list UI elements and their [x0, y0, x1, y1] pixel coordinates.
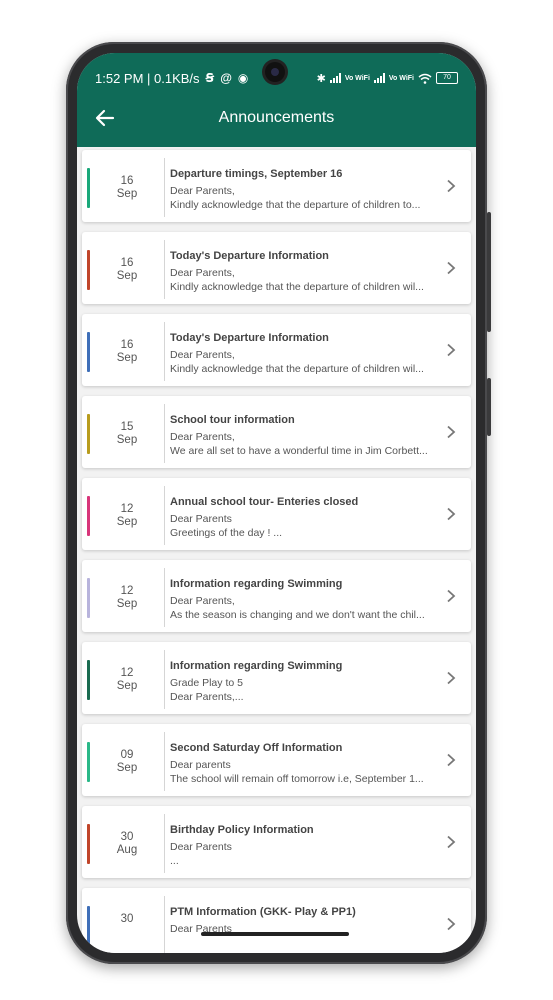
chevron-right-icon	[447, 671, 456, 685]
announcement-preview-line2: As the season is changing and we don't w…	[170, 609, 425, 621]
signal-icon-2	[373, 73, 385, 83]
announcement-title: Departure timings, September 16	[170, 168, 343, 180]
vowifi-label-2: Vo WiFi	[388, 74, 414, 82]
category-stripe	[87, 250, 90, 290]
announcement-list[interactable]: 16 Sep Departure timings, September 16 De…	[77, 147, 476, 953]
announcement-card[interactable]: 16 Sep Departure timings, September 16 De…	[82, 150, 471, 222]
announcement-date: 12 Sep	[116, 667, 138, 692]
announcement-date: 16 Sep	[116, 339, 138, 364]
announcement-preview-line2: Kindly acknowledge that the departure of…	[170, 199, 421, 211]
home-indicator[interactable]	[201, 932, 349, 936]
announcement-date: 30	[120, 913, 134, 925]
signal-icon	[329, 73, 341, 83]
page-title: Announcements	[218, 109, 335, 126]
divider	[164, 650, 165, 709]
announcement-date: 12 Sep	[116, 585, 138, 610]
announcement-preview-line2: Kindly acknowledge that the departure of…	[170, 363, 424, 375]
divider	[164, 814, 165, 873]
power-button	[487, 378, 491, 436]
announcement-title: Second Saturday Off Information	[170, 742, 343, 754]
announcement-title: School tour information	[170, 414, 295, 426]
circle-icon: ◉	[237, 71, 249, 85]
app-header: 1:52 PM | 0.1KB/s Ꞩ @ ◉ ✱ Vo WiFi Vo WiF…	[77, 53, 476, 147]
announcement-card[interactable]: 15 Sep School tour information Dear Paren…	[82, 396, 471, 468]
divider	[164, 322, 165, 381]
status-time: 1:52 PM | 0.1KB/s	[95, 70, 200, 86]
volume-button	[487, 212, 491, 332]
divider	[164, 240, 165, 299]
wifi-icon	[418, 73, 432, 84]
announcement-card[interactable]: 12 Sep Information regarding Swimming Dea…	[82, 560, 471, 632]
announcement-title: PTM Information (GKK- Play & PP1)	[170, 906, 356, 918]
announcement-date: 30 Aug	[116, 831, 138, 856]
chevron-right-icon	[447, 917, 456, 931]
announcement-date: 09 Sep	[116, 749, 138, 774]
announcement-preview-line2: The school will remain off tomorrow i.e,…	[170, 773, 424, 785]
category-stripe	[87, 414, 90, 454]
announcement-card[interactable]: 30 Aug Birthday Policy Information Dear P…	[82, 806, 471, 878]
announcement-preview-line1: Dear Parents,	[170, 595, 235, 607]
divider	[164, 568, 165, 627]
chevron-right-icon	[447, 835, 456, 849]
chevron-right-icon	[447, 753, 456, 767]
s-icon: Ꞩ	[205, 71, 215, 85]
category-stripe	[87, 578, 90, 618]
chevron-right-icon	[447, 343, 456, 357]
announcement-title: Birthday Policy Information	[170, 824, 314, 836]
announcement-preview-line2: Greetings of the day ! ...	[170, 527, 283, 539]
announcement-card[interactable]: 16 Sep Today's Departure Information Dear…	[82, 314, 471, 386]
divider	[164, 486, 165, 545]
divider	[164, 404, 165, 463]
battery-icon: 70	[436, 72, 458, 84]
divider	[164, 896, 165, 953]
announcement-card[interactable]: 12 Sep Annual school tour- Enteries close…	[82, 478, 471, 550]
chevron-right-icon	[447, 425, 456, 439]
announcement-preview-line1: Dear Parents,	[170, 349, 235, 361]
vowifi-label: Vo WiFi	[344, 74, 370, 82]
category-stripe	[87, 660, 90, 700]
chevron-right-icon	[447, 261, 456, 275]
announcement-title: Information regarding Swimming	[170, 578, 343, 590]
divider	[164, 732, 165, 791]
announcement-preview-line1: Dear Parents,	[170, 267, 235, 279]
divider	[164, 158, 165, 217]
announcement-date: 15 Sep	[116, 421, 138, 446]
category-stripe	[87, 496, 90, 536]
announcement-card[interactable]: 16 Sep Today's Departure Information Dear…	[82, 232, 471, 304]
announcement-preview-line1: Dear Parents	[170, 513, 232, 525]
chevron-right-icon	[447, 179, 456, 193]
announcement-title: Information regarding Swimming	[170, 660, 343, 672]
announcement-preview-line2: Kindly acknowledge that the departure of…	[170, 281, 424, 293]
announcement-preview-line1: Dear Parents	[170, 841, 232, 853]
announcement-preview-line1: Dear Parents,	[170, 431, 235, 443]
front-camera	[265, 62, 285, 82]
bluetooth-icon: ✱	[316, 72, 326, 85]
announcement-card[interactable]: 09 Sep Second Saturday Off Information De…	[82, 724, 471, 796]
announcement-title: Annual school tour- Enteries closed	[170, 496, 359, 508]
announcement-title: Today's Departure Information	[170, 250, 329, 262]
at-icon: @	[220, 71, 232, 85]
announcement-card[interactable]: 12 Sep Information regarding Swimming Gra…	[82, 642, 471, 714]
category-stripe	[87, 906, 90, 946]
announcement-preview-line1: Grade Play to 5	[170, 677, 243, 689]
category-stripe	[87, 168, 90, 208]
announcement-preview-line2: ...	[170, 855, 179, 867]
chevron-right-icon	[447, 507, 456, 521]
category-stripe	[87, 742, 90, 782]
category-stripe	[87, 824, 90, 864]
announcement-preview-line1: Dear parents	[170, 759, 231, 771]
announcement-title: Today's Departure Information	[170, 332, 329, 344]
announcement-preview-line1: Dear Parents,	[170, 185, 235, 197]
announcement-preview-line2: Dear Parents,...	[170, 691, 244, 703]
phone-screen: 1:52 PM | 0.1KB/s Ꞩ @ ◉ ✱ Vo WiFi Vo WiF…	[77, 53, 476, 953]
announcement-preview-line2: We are all set to have a wonderful time …	[170, 445, 428, 457]
category-stripe	[87, 332, 90, 372]
announcement-date: 16 Sep	[116, 175, 138, 200]
announcement-date: 16 Sep	[116, 257, 138, 282]
chevron-right-icon	[447, 589, 456, 603]
announcement-card[interactable]: 30 PTM Information (GKK- Play & PP1) Dea…	[82, 888, 471, 953]
announcement-date: 12 Sep	[116, 503, 138, 528]
